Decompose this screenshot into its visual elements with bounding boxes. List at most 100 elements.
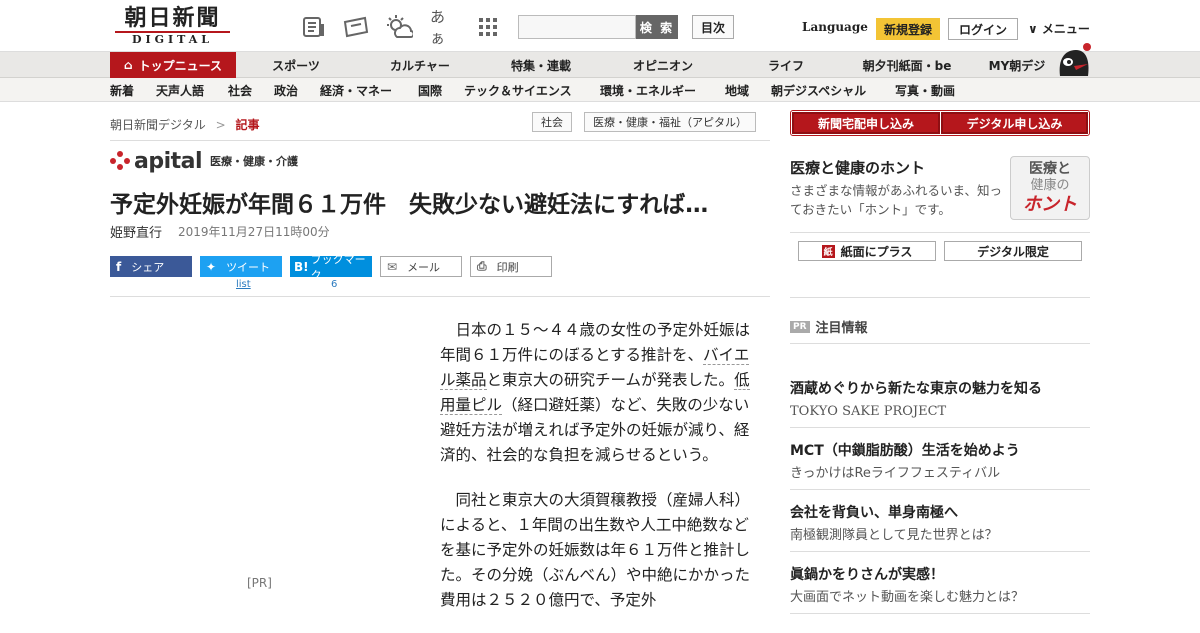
tweet-count[interactable]: list	[236, 279, 251, 290]
section-brand-name: apital	[134, 148, 203, 174]
nav2-environment[interactable]: 環境・エネルギー	[600, 78, 696, 102]
honto-banner-line2: 健康の	[1030, 178, 1070, 193]
divider	[790, 489, 1090, 490]
divider	[790, 343, 1090, 344]
nav-top-news[interactable]: ⌂ トップニュース	[110, 52, 236, 78]
home-icon: ⌂	[124, 58, 133, 72]
coupon-ticket-icon[interactable]	[342, 14, 370, 40]
nav-sports[interactable]: スポーツ	[250, 52, 342, 78]
digital-only-button[interactable]: デジタル限定	[944, 241, 1082, 261]
facebook-share-button[interactable]: f シェア	[110, 256, 192, 277]
nav-life[interactable]: ライフ	[740, 52, 832, 78]
pr-item-title: 眞鍋かをりさんが実感！	[790, 567, 944, 583]
digital-signup-button[interactable]: デジタル申し込み	[941, 112, 1088, 134]
ad-label: [PR]	[247, 576, 272, 590]
register-button[interactable]: 新規登録	[876, 18, 940, 40]
pr-item-subtitle: きっかけはReライフフェスティバル	[790, 466, 1001, 481]
pr-item-subtitle: TOKYO SAKE PROJECT	[790, 404, 947, 419]
article-author[interactable]: 姫野直行	[110, 222, 162, 241]
pr-item-title: MCT（中鎖脂肪酸）生活を始めよう	[790, 443, 1020, 459]
search-input[interactable]	[518, 15, 636, 39]
section-brand[interactable]: apital 医療・健康・介護	[110, 148, 299, 174]
twitter-tweet-button[interactable]: ✦ ツイート	[200, 256, 282, 277]
apps-grid-icon[interactable]	[474, 14, 502, 40]
mail-share-button[interactable]: ✉ メール	[380, 256, 462, 277]
apital-logo-icon	[110, 151, 130, 171]
paper-plus-button[interactable]: 紙紙面にプラス	[798, 241, 936, 261]
article-paragraph: 日本の１５～４４歳の女性の予定外妊娠は年間６１万件にのぼるとする推計を、バイエル…	[440, 318, 750, 468]
toc-button[interactable]: 目次	[692, 15, 734, 39]
breadcrumb-current: 記事	[235, 118, 260, 132]
search-button[interactable]: 検 索	[636, 15, 678, 39]
site-logo[interactable]: 朝日新聞 DIGITAL	[115, 6, 230, 48]
pr-item-title: 酒蔵めぐりから新たな東京の魅力を知る	[790, 381, 1042, 397]
login-button[interactable]: ログイン	[948, 18, 1018, 40]
article-title: 予定外妊娠が年間６１万件 失敗少ない避妊法にすれば…	[110, 192, 709, 218]
newspaper-delivery-button[interactable]: 新聞宅配申し込み	[792, 112, 940, 134]
nav-opinion[interactable]: オピニオン	[612, 52, 714, 78]
divider	[790, 232, 1090, 233]
mascot-character-icon[interactable]	[1054, 42, 1094, 78]
printer-icon: ⎙	[477, 259, 487, 273]
nav2-region[interactable]: 地域	[725, 78, 749, 102]
pr-heading-label: 注目情報	[815, 321, 868, 336]
nav2-photo-video[interactable]: 写真・動画	[895, 78, 955, 102]
article-paragraph: 同社と東京大の大須賀穣教授（産婦人科）によると、１年間の出生数や人工中絶数などを…	[440, 491, 751, 609]
pr-item[interactable]: 会社を背負い、単身南極へ 南極観測隊員として見た世界とは？	[790, 503, 1090, 545]
divider	[790, 613, 1090, 614]
weather-icon[interactable]	[385, 14, 413, 40]
honto-banner-line1: 医療と	[1029, 161, 1071, 177]
section-subtitle: 医療・健康・介護	[210, 155, 299, 168]
logo-top-text: 朝日新聞	[124, 5, 221, 31]
nav-newspaper-be[interactable]: 朝夕刊紙面・be	[850, 52, 964, 78]
language-link[interactable]: Language	[802, 20, 868, 34]
breadcrumb: 朝日新聞デジタル > 記事	[110, 116, 260, 133]
nav-my-asadigi[interactable]: MY朝デジ	[982, 52, 1052, 78]
pr-badge: PR	[790, 320, 810, 333]
nav2-special[interactable]: 朝デジスペシャル	[771, 78, 866, 102]
pr-item[interactable]: MCT（中鎖脂肪酸）生活を始めよう きっかけはReライフフェスティバル	[790, 441, 1090, 483]
divider	[790, 551, 1090, 552]
nav-culture[interactable]: カルチャー	[370, 52, 470, 78]
primary-nav: ⌂ トップニュース スポーツ カルチャー 特集・連載 オピニオン ライフ 朝夕刊紙…	[0, 52, 1200, 78]
logo-bottom-text: DIGITAL	[115, 31, 230, 47]
nav2-tech-science[interactable]: テック＆サイエンス	[464, 78, 572, 102]
nav2-international[interactable]: 国際	[418, 78, 442, 102]
bookmark-label: ブックマーク	[310, 252, 366, 282]
breadcrumb-home[interactable]: 朝日新聞デジタル	[110, 118, 206, 132]
hatena-bookmark-button[interactable]: B! ブックマーク	[290, 253, 372, 282]
divider	[110, 140, 770, 141]
print-label: 印刷	[496, 260, 519, 274]
pr-item[interactable]: 眞鍋かをりさんが実感！ 大画面でネット動画を楽しむ魅力とは？	[790, 565, 1090, 607]
nav-features[interactable]: 特集・連載	[490, 52, 592, 78]
nav2-tenseijingo[interactable]: 天声人語	[156, 78, 204, 102]
print-button[interactable]: ⎙ 印刷	[470, 256, 552, 277]
nav2-economy[interactable]: 経済・マネー	[320, 78, 392, 102]
tag-society[interactable]: 社会	[532, 112, 572, 132]
menu-label: メニュー	[1041, 22, 1090, 36]
paper-plus-icon: 紙	[821, 244, 835, 258]
honto-banner-line3: ホント	[1023, 194, 1077, 215]
article-body: 日本の１５～４４歳の女性の予定外妊娠は年間６１万件にのぼるとする推計を、バイエル…	[440, 318, 750, 633]
paper-plus-label: 紙面にプラス	[840, 244, 913, 259]
nav2-society[interactable]: 社会	[228, 78, 252, 102]
chevron-down-icon: ∨	[1028, 22, 1042, 36]
tag-apital[interactable]: 医療・健康・福祉（アピタル）	[584, 112, 756, 132]
hatena-icon: B!	[294, 259, 309, 274]
twitter-bird-icon: ✦	[206, 259, 217, 274]
nav2-new[interactable]: 新着	[110, 78, 134, 102]
menu-button[interactable]: ∨ メニュー	[1028, 20, 1090, 37]
pr-item-title: 会社を背負い、単身南極へ	[790, 505, 958, 521]
font-size-icon[interactable]: あぁ	[430, 8, 458, 47]
divider	[110, 296, 770, 297]
newspaper-icon[interactable]	[300, 14, 328, 40]
honto-title[interactable]: 医療と健康のホント	[790, 157, 925, 178]
honto-banner[interactable]: 医療と 健康の ホント	[1010, 156, 1090, 220]
nav2-politics[interactable]: 政治	[274, 78, 298, 102]
divider	[790, 427, 1090, 428]
bookmark-count[interactable]: 6	[331, 279, 337, 290]
divider	[790, 297, 1090, 298]
pr-item[interactable]: 酒蔵めぐりから新たな東京の魅力を知る TOKYO SAKE PROJECT	[790, 379, 1090, 421]
honto-description: さまざまな情報があふれるいま、知っておきたい「ホント」です。	[790, 183, 1003, 217]
article-date: 2019年11月27日11時00分	[178, 225, 330, 239]
